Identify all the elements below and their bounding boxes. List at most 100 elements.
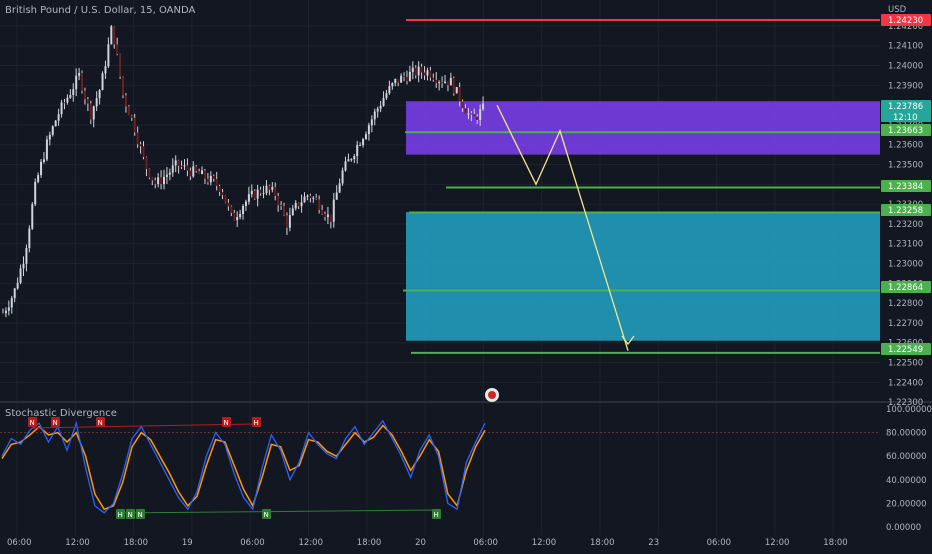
indicator-tick-label: 40.00000: [886, 476, 927, 486]
candle-body: [192, 166, 195, 177]
candle-body: [86, 99, 89, 104]
candle-body: [280, 205, 283, 207]
candle-body: [455, 87, 458, 94]
candle-body: [177, 160, 180, 166]
candle-body: [312, 197, 315, 199]
candle-body: [37, 175, 40, 182]
candle-body: [253, 190, 256, 199]
price-label: 1.22864: [888, 283, 923, 293]
candle-body: [230, 206, 233, 213]
candle-body: [183, 165, 186, 167]
y-tick-label: 1.23900: [888, 81, 923, 91]
candle-body: [25, 248, 28, 264]
candle-body: [444, 81, 447, 83]
candle-body: [356, 145, 359, 157]
marker-top-label: N: [53, 419, 58, 427]
indicator-tick-label: 60.00000: [886, 452, 927, 462]
price-countdown: 12:10: [893, 113, 918, 123]
y-tick-label: 1.22500: [888, 359, 923, 369]
candle-body: [318, 199, 321, 210]
y-tick-label: 1.24000: [888, 62, 923, 72]
candle-body: [95, 98, 98, 107]
candle-body: [265, 185, 268, 194]
candle-body: [376, 108, 379, 112]
chart-canvas[interactable]: N N N N HH N N N HUSD1.242001.241001.240001.2390…: [0, 0, 932, 550]
candle-body: [165, 174, 168, 177]
candle-body: [171, 165, 174, 173]
candle-body: [259, 189, 262, 194]
candle-body: [429, 70, 432, 78]
candle-body: [124, 95, 127, 107]
candle-body: [203, 170, 206, 179]
candle-body: [274, 186, 277, 196]
candle-body: [233, 212, 236, 221]
marker-top-label: N: [98, 419, 103, 427]
candle-body: [291, 208, 294, 216]
x-tick-label: 18:00: [590, 538, 615, 548]
y-tick-label: 1.23500: [888, 161, 923, 171]
candle-body: [247, 194, 250, 202]
candle-body: [98, 90, 101, 99]
candle-body: [148, 169, 151, 178]
candle-body: [198, 171, 201, 175]
candle-body: [239, 213, 242, 218]
candle-body: [324, 213, 326, 218]
candle-body: [224, 195, 227, 203]
candle-body: [72, 89, 75, 95]
marker-bottom-label: N: [264, 511, 269, 519]
marker-bottom-label: H: [118, 511, 123, 519]
candle-body: [81, 72, 84, 91]
candle-body: [449, 77, 452, 86]
candle-body: [350, 159, 353, 161]
candle-body: [78, 72, 81, 76]
price-label: 1.23663: [888, 126, 923, 136]
candle-body: [2, 313, 4, 315]
candle-body: [385, 93, 388, 99]
candle-body: [31, 204, 34, 229]
candle-body: [411, 67, 414, 72]
candle-body: [195, 166, 198, 172]
candle-body: [420, 66, 423, 73]
candle-body: [19, 268, 22, 283]
candle-body: [400, 75, 403, 83]
marker-bottom-label: N: [128, 511, 133, 519]
supply-zone: [406, 101, 880, 155]
candle-body: [417, 66, 420, 76]
candle-body: [256, 189, 259, 199]
candle-body: [142, 146, 145, 158]
candle-body: [40, 161, 43, 176]
candle-body: [113, 26, 116, 45]
x-tick-label: 12:00: [532, 538, 557, 548]
candle-body: [92, 106, 95, 120]
candle-body: [397, 79, 400, 83]
candle-body: [154, 180, 157, 185]
candle-body: [408, 71, 411, 82]
candle-body: [476, 116, 479, 120]
candle-body: [104, 66, 107, 74]
candle-body: [69, 94, 72, 98]
candle-body: [145, 157, 148, 170]
candle-body: [163, 176, 165, 185]
candle-body: [119, 54, 122, 77]
candle-body: [133, 117, 136, 133]
candle-body: [326, 214, 329, 218]
y-tick-label: 1.23200: [888, 220, 923, 230]
candle-body: [48, 134, 51, 140]
candle-body: [110, 26, 113, 45]
candle-body: [464, 108, 467, 114]
candle-body: [136, 132, 139, 145]
x-tick-label: 23: [648, 538, 659, 548]
candle-body: [271, 186, 274, 190]
candle-body: [364, 134, 367, 140]
candle-body: [107, 44, 110, 67]
x-tick-label: 06:00: [473, 538, 498, 548]
candle-body: [373, 111, 376, 120]
candle-body: [16, 282, 19, 289]
chart-title: British Pound / U.S. Dollar, 15, OANDA: [5, 5, 196, 16]
candle-body: [54, 120, 57, 127]
candle-body: [22, 263, 25, 269]
candle-body: [306, 195, 309, 197]
candle-body: [45, 139, 48, 160]
candle-body: [452, 77, 455, 94]
candle-body: [359, 145, 362, 147]
